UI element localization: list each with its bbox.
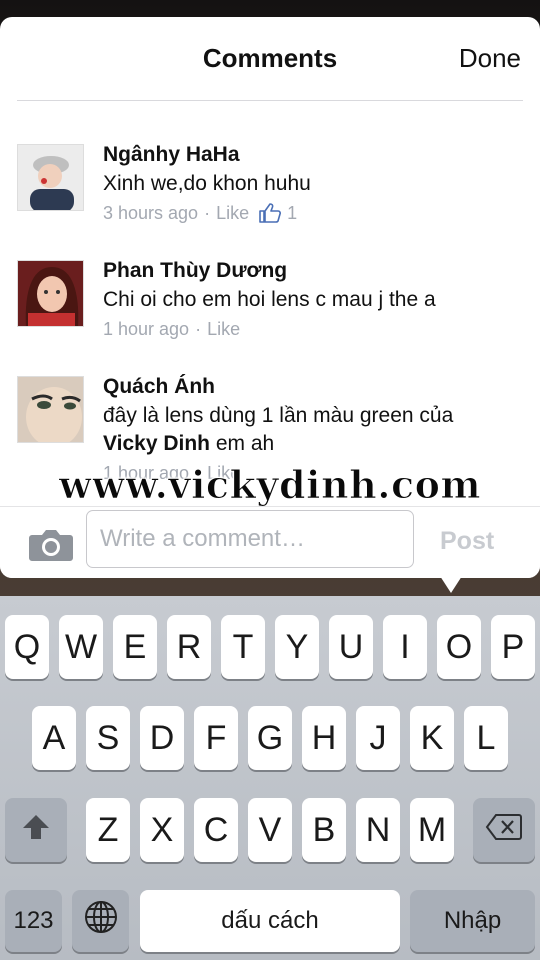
key-u[interactable]: U <box>329 615 373 679</box>
comment-time: 1 hour ago <box>103 319 190 339</box>
key-e[interactable]: E <box>113 615 157 679</box>
key-b[interactable]: B <box>302 798 346 862</box>
watermark: www.vickydinh.com <box>58 462 482 508</box>
key-h[interactable]: H <box>302 706 346 770</box>
comment-author[interactable]: Phan Thùy Dương <box>103 258 523 284</box>
header: Comments Done <box>0 17 540 101</box>
key-s[interactable]: S <box>86 706 130 770</box>
comment-text-suffix: em ah <box>210 432 275 455</box>
key-c[interactable]: C <box>194 798 238 862</box>
comment-composer: Write a comment… Post <box>0 506 540 578</box>
post-button[interactable]: Post <box>440 527 494 556</box>
key-x[interactable]: X <box>140 798 184 862</box>
key-g[interactable]: G <box>248 706 292 770</box>
keyboard: Q W E R T Y U I O P A S D F G H J K L Z … <box>0 596 540 960</box>
numbers-key[interactable]: 123 <box>5 890 62 952</box>
camera-icon[interactable] <box>28 527 74 563</box>
key-l[interactable]: L <box>464 706 508 770</box>
key-q[interactable]: Q <box>5 615 49 679</box>
key-k[interactable]: K <box>410 706 454 770</box>
comment-text: Chi oi cho em hoi lens c mau j the a <box>103 288 436 311</box>
popover-arrow <box>440 576 462 593</box>
thumbs-up-icon <box>259 203 282 223</box>
comments-sheet: Comments Done Ngânhy HaHa Xinh we,do kho… <box>0 17 540 578</box>
shift-key[interactable] <box>5 798 67 862</box>
shift-icon <box>21 811 51 850</box>
key-d[interactable]: D <box>140 706 184 770</box>
mention-link[interactable]: Vicky Dinh <box>103 432 210 455</box>
comment-body: Phan Thùy Dương Chi oi cho em hoi lens c… <box>103 258 523 342</box>
key-v[interactable]: V <box>248 798 292 862</box>
key-j[interactable]: J <box>356 706 400 770</box>
avatar[interactable] <box>17 376 84 443</box>
comment-time: 3 hours ago <box>103 203 199 223</box>
delete-key[interactable] <box>473 798 535 862</box>
like-count: 1 <box>287 203 298 223</box>
key-w[interactable]: W <box>59 615 103 679</box>
key-t[interactable]: T <box>221 615 265 679</box>
key-m[interactable]: M <box>410 798 454 862</box>
space-key[interactable]: dấu cách <box>140 890 400 952</box>
return-key[interactable]: Nhập <box>410 890 535 952</box>
divider <box>17 100 523 101</box>
comment-text-main: đây là lens dùng 1 lần màu green của <box>103 404 454 427</box>
comment-meta: 3 hours ago · Like 1 <box>103 200 523 226</box>
key-o[interactable]: O <box>437 615 481 679</box>
done-button[interactable]: Done <box>459 43 521 74</box>
separator: · <box>195 319 202 339</box>
key-n[interactable]: N <box>356 798 400 862</box>
key-z[interactable]: Z <box>86 798 130 862</box>
globe-key[interactable] <box>72 890 129 952</box>
comment-body: Ngânhy HaHa Xinh we,do khon huhu 3 hours… <box>103 142 523 226</box>
comment-meta: 1 hour ago · Like <box>103 316 523 342</box>
globe-icon <box>84 900 118 943</box>
avatar[interactable] <box>17 260 84 327</box>
key-r[interactable]: R <box>167 615 211 679</box>
like-link[interactable]: Like <box>207 316 240 342</box>
key-y[interactable]: Y <box>275 615 319 679</box>
separator: · <box>204 203 211 223</box>
delete-icon <box>485 811 523 850</box>
key-p[interactable]: P <box>491 615 535 679</box>
avatar[interactable] <box>17 144 84 211</box>
key-f[interactable]: F <box>194 706 238 770</box>
comment-author[interactable]: Ngânhy HaHa <box>103 142 523 168</box>
key-a[interactable]: A <box>32 706 76 770</box>
comment-text: Xinh we,do khon huhu <box>103 172 311 195</box>
like-link[interactable]: Like <box>216 200 249 226</box>
comment-input[interactable]: Write a comment… <box>86 510 414 568</box>
comment-text: đây là lens dùng 1 lần màu green của Vick… <box>103 402 523 458</box>
key-i[interactable]: I <box>383 615 427 679</box>
comment-author[interactable]: Quách Ánh <box>103 374 523 400</box>
